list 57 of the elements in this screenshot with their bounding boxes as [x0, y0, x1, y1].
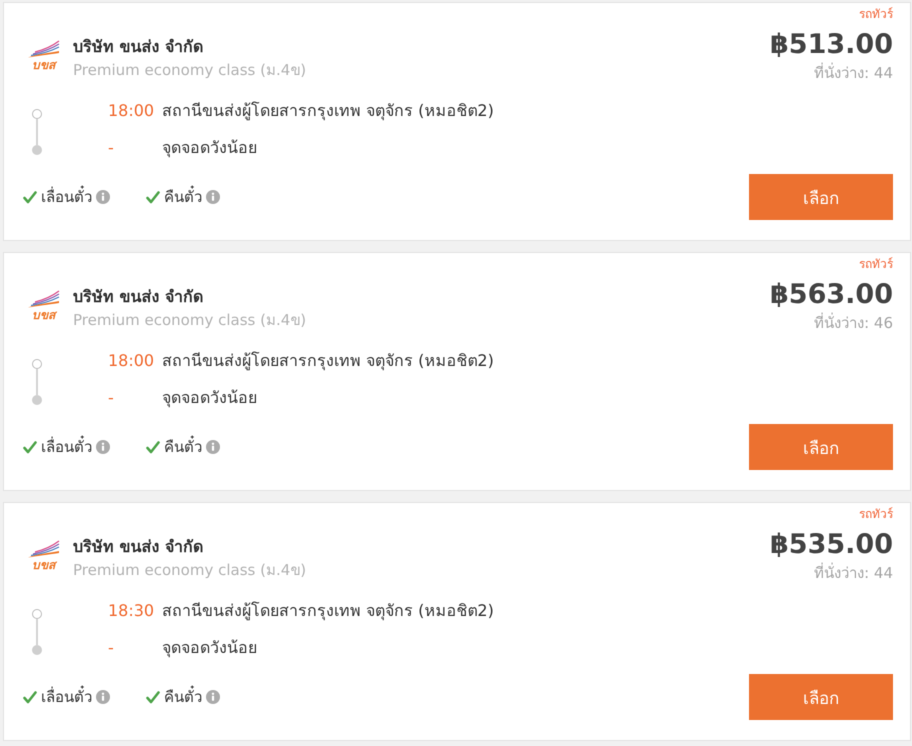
stop-name: จุดจอดวังน้อย	[162, 637, 257, 660]
stop-time: 18:00	[108, 351, 156, 370]
filled-circle-icon	[32, 145, 42, 155]
info-icon[interactable]	[96, 440, 110, 454]
stop-time: -	[108, 638, 115, 657]
info-icon[interactable]	[206, 190, 220, 204]
price-text: ฿563.00	[770, 280, 893, 310]
hollow-circle-icon	[32, 109, 42, 119]
hollow-circle-icon	[32, 609, 42, 619]
select-button[interactable]: เลือก	[749, 174, 893, 220]
hollow-circle-icon	[32, 359, 42, 369]
stop-time: -	[108, 138, 115, 157]
policy-label: คืนตั๋ว	[164, 185, 202, 209]
service-class-text: Premium economy class (ม.4ข)	[73, 60, 306, 80]
stop-name: สถานีขนส่งผู้โดยสารกรุงเทพ จตุจักร (หมอชิต2)	[162, 100, 494, 122]
stop-name: สถานีขนส่งผู้โดยสารกรุงเทพ จตุจักร (หมอชิต2)	[162, 350, 494, 372]
bus-type-label: รถทัวร์	[859, 256, 893, 272]
seats-available-text: ที่นั่งว่าง: 46	[814, 314, 893, 332]
info-icon[interactable]	[96, 190, 110, 204]
bus-type-label: รถทัวร์	[859, 6, 893, 22]
select-button[interactable]: เลือก	[749, 424, 893, 470]
price-text: ฿535.00	[770, 530, 893, 560]
stop-name: จุดจอดวังน้อย	[162, 387, 257, 410]
company-name: บริษัท ขนส่ง จำกัด	[73, 36, 204, 58]
stop-time: 18:00	[108, 101, 156, 120]
seats-available-text: ที่นั่งว่าง: 44	[814, 564, 893, 582]
logo-text: บขส	[32, 58, 55, 72]
service-class-text: Premium economy class (ม.4ข)	[73, 560, 306, 580]
timeline-line	[36, 619, 38, 645]
logo-text: บขส	[32, 308, 55, 322]
logo-text: บขส	[32, 558, 55, 572]
timeline-line	[36, 369, 38, 395]
bus-type-label: รถทัวร์	[859, 506, 893, 522]
policy-label: เลื่อนตั๋ว	[41, 435, 92, 459]
swoosh-logo-icon	[26, 290, 60, 308]
policy-label: คืนตั๋ว	[164, 435, 202, 459]
seats-available-text: ที่นั่งว่าง: 44	[814, 64, 893, 82]
company-name: บริษัท ขนส่ง จำกัด	[73, 286, 204, 308]
info-icon[interactable]	[96, 690, 110, 704]
info-icon[interactable]	[206, 690, 220, 704]
timeline-line	[36, 119, 38, 145]
select-button[interactable]: เลือก	[749, 674, 893, 720]
stop-time: -	[108, 388, 115, 407]
policy-label: คืนตั๋ว	[164, 685, 202, 709]
info-icon[interactable]	[206, 440, 220, 454]
stop-time: 18:30	[108, 601, 156, 620]
company-name: บริษัท ขนส่ง จำกัด	[73, 536, 204, 558]
swoosh-logo-icon	[26, 540, 60, 558]
stop-name: จุดจอดวังน้อย	[162, 137, 257, 160]
policy-label: เลื่อนตั๋ว	[41, 685, 92, 709]
service-class-text: Premium economy class (ม.4ข)	[73, 310, 306, 330]
stop-name: สถานีขนส่งผู้โดยสารกรุงเทพ จตุจักร (หมอชิต2)	[162, 600, 494, 622]
price-text: ฿513.00	[770, 30, 893, 60]
filled-circle-icon	[32, 645, 42, 655]
policy-label: เลื่อนตั๋ว	[41, 185, 92, 209]
filled-circle-icon	[32, 395, 42, 405]
swoosh-logo-icon	[26, 40, 60, 58]
